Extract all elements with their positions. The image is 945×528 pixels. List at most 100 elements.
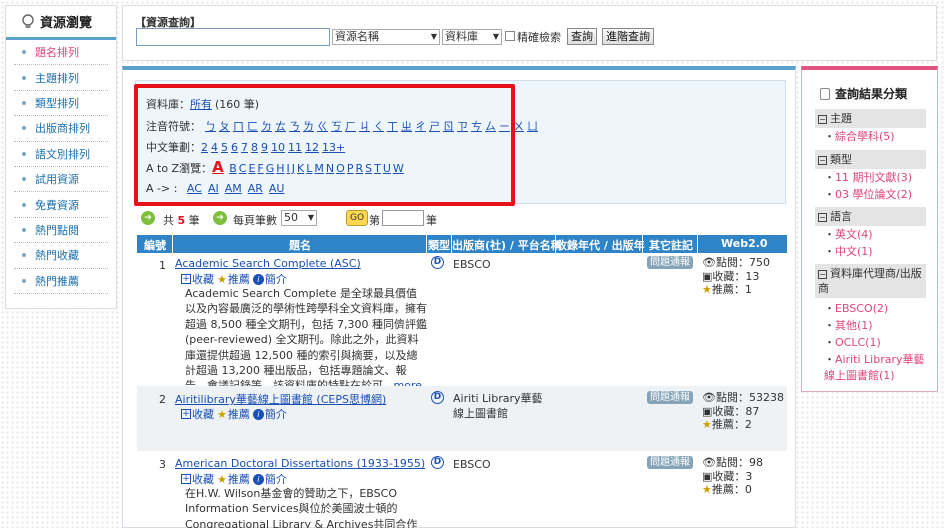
recommend-button[interactable]: ★ 推薦 (217, 471, 250, 487)
recommend-button[interactable]: ★ 推薦 (217, 271, 250, 287)
sidebar-item-title-sort[interactable]: 題名排列 (14, 40, 108, 66)
views-icon: 👁 (702, 256, 716, 269)
col-years: 收錄年代 / 出版年 (556, 239, 645, 252)
field-select[interactable]: 資源名稱 ▼ (332, 29, 440, 45)
page-prefix: 第 (369, 214, 380, 227)
col-title[interactable]: 題名 (289, 237, 311, 253)
table-header: 編號 題名 類型 出版商(社) / 平台名稱 收錄年代 / 出版年 其它註記 W… (137, 235, 787, 253)
sidebar-item-free[interactable]: 免費資源 (14, 192, 108, 218)
recommend-icon: ★ (702, 418, 712, 431)
row-title-link[interactable]: Academic Search Complete (ASC) (175, 257, 361, 270)
row-title-link[interactable]: Airitilibrary華藝線上圖書館 (CEPS思博網) (175, 391, 386, 407)
row-stats: 👁點閱：98 ▣收藏：3 ★推薦：0 (702, 456, 763, 496)
collect-icon: ▣ (702, 269, 713, 283)
table-row: 3 American Doctoral Dissertations (1933-… (137, 451, 787, 528)
sidebar-item-popular-views[interactable]: 熱門點閱 (14, 218, 108, 244)
database-icon: D (431, 391, 444, 404)
type-select[interactable]: 資料庫 ▼ (442, 29, 502, 45)
sidebar-item-popular-collect[interactable]: 熱門收藏 (14, 243, 108, 269)
row-publisher: Airiti Library華藝線上圖書館 (453, 392, 543, 420)
sidebar-header: 資源瀏覽 (6, 6, 116, 40)
intro-button[interactable]: i 簡介 (252, 271, 287, 287)
search-panel: 【資源查詢】 資源名稱 ▼ 資料庫 ▼ 精確檢索 查詢 進階查詢 (122, 5, 937, 61)
facet-item[interactable]: ・OCLC(1) (824, 335, 881, 351)
intro-button[interactable]: i 簡介 (252, 406, 287, 422)
collect-icon: ▣ (702, 404, 713, 418)
collect-icon: ▣ (702, 469, 713, 483)
facet-group-language[interactable]: − 語言 (815, 207, 926, 226)
facet-item[interactable]: ・英文(4) (824, 227, 873, 243)
table-row: 1 Academic Search Complete (ASC) + 收藏 ★ 推薦… (137, 253, 787, 392)
sidebar-item-type-sort[interactable]: 類型排列 (14, 91, 108, 117)
database-icon: D (431, 456, 444, 469)
per-page-select[interactable]: 50 ▼ (281, 210, 317, 226)
col-type: 類型 (428, 239, 450, 252)
facets-panel: 查詢結果分類 − 主題 ・綜合學科(5) − 類型 ・11 期刊文獻(3) ・03 … (801, 66, 938, 392)
row-actions: + 收藏 ★ 推薦 i 簡介 (181, 271, 290, 287)
bulb-icon (21, 13, 35, 30)
sidebar-item-popular-recommend[interactable]: 熱門推薦 (14, 269, 108, 294)
facets-header: 查詢結果分類 (820, 85, 907, 102)
total-count: 共 5 筆 (163, 214, 200, 227)
sidebar-title: 資源瀏覽 (40, 16, 93, 31)
arrow-right-icon: ➜ (141, 211, 155, 225)
facet-group-subject[interactable]: − 主題 (815, 109, 926, 128)
arrow-right-icon: ➜ (213, 211, 227, 225)
sidebar-item-language-sort[interactable]: 語文別排列 (14, 142, 108, 167)
report-issue-button[interactable]: 問題通報 (647, 456, 693, 469)
facets-title: 查詢結果分類 (835, 87, 908, 101)
table-row: 2 Airitilibrary華藝線上圖書館 (CEPS思博網) + 收藏 ★ 推薦… (137, 386, 787, 451)
page-input[interactable] (382, 210, 424, 226)
search-input[interactable] (136, 28, 330, 46)
highlight-box (134, 84, 515, 206)
row-stats: 👁點閱：53238 ▣收藏：87 ★推薦：2 (702, 391, 784, 431)
row-description: 在H.W. Wilson基金會的贊助之下，EBSCO Information S… (185, 487, 418, 528)
views-icon: 👁 (702, 456, 716, 469)
recommend-icon: ★ (702, 283, 712, 296)
row-number: 1 (159, 259, 166, 272)
facet-group-type[interactable]: − 類型 (815, 150, 926, 169)
col-publisher: 出版商(社) / 平台名稱 (452, 239, 562, 252)
facet-group-publisher[interactable]: − 資料庫代理商/出版商 (815, 264, 926, 298)
row-number: 3 (159, 458, 166, 471)
exact-label: 精確檢索 (517, 31, 561, 44)
row-title-link[interactable]: American Doctoral Dissertations (1933-19… (175, 457, 425, 470)
sidebar-item-trial[interactable]: 試用資源 (14, 167, 108, 193)
intro-button[interactable]: i 簡介 (252, 471, 287, 487)
views-icon: 👁 (702, 391, 716, 404)
page-suffix: 筆 (426, 214, 437, 227)
collect-button[interactable]: + 收藏 (181, 471, 214, 487)
advanced-search-button[interactable]: 進階查詢 (602, 28, 654, 45)
database-icon: D (431, 256, 444, 269)
row-publisher: EBSCO (453, 458, 491, 471)
recommend-button[interactable]: ★ 推薦 (217, 406, 250, 422)
recommend-icon: ★ (702, 483, 712, 496)
facet-item[interactable]: ・03 學位論文(2) (824, 187, 912, 203)
facet-item[interactable]: ・中文(1) (824, 244, 873, 260)
col-number: 編號 (144, 239, 166, 252)
facet-item[interactable]: ・11 期刊文獻(3) (824, 170, 912, 186)
go-button[interactable]: GO (346, 210, 368, 226)
row-publisher: EBSCO (453, 258, 491, 271)
report-issue-button[interactable]: 問題通報 (647, 256, 693, 269)
per-page-label: 每頁筆數 (233, 214, 277, 227)
report-issue-button[interactable]: 問題通報 (647, 391, 693, 404)
zhuyin-link-23[interactable]: ㄩ (527, 120, 538, 133)
tree-icon (820, 87, 830, 100)
facet-item[interactable]: ・Airiti Library華藝線上圖書館(1) (824, 352, 932, 384)
sidebar-item-publisher-sort[interactable]: 出版商排列 (14, 116, 108, 142)
col-notes: 其它註記 (649, 239, 693, 252)
collect-button[interactable]: + 收藏 (181, 406, 214, 422)
exact-checkbox[interactable] (505, 31, 515, 41)
facet-item[interactable]: ・其他(1) (824, 318, 873, 334)
left-sidebar: 資源瀏覽 題名排列 主題排列 類型排列 出版商排列 語文別排列 試用資源 免費資… (5, 5, 117, 309)
sidebar-item-subject-sort[interactable]: 主題排列 (14, 65, 108, 91)
search-button[interactable]: 查詢 (567, 28, 597, 45)
facet-item[interactable]: ・EBSCO(2) (824, 301, 888, 317)
row-stats: 👁點閱：750 ▣收藏：13 ★推薦：1 (702, 256, 770, 296)
collect-button[interactable]: + 收藏 (181, 271, 214, 287)
facet-item[interactable]: ・綜合學科(5) (824, 129, 895, 145)
col-web20: Web2.0 (721, 237, 768, 250)
row-actions: + 收藏 ★ 推薦 i 簡介 (181, 406, 290, 422)
row-description: Academic Search Complete 是全球最具價值以及內容最廣泛的… (185, 286, 427, 394)
